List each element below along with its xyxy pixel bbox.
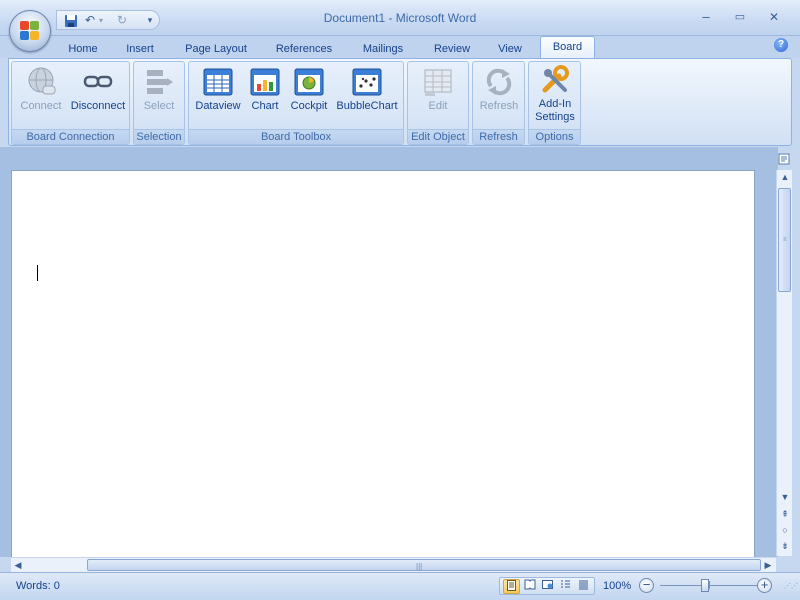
group-label-board-connection: Board Connection bbox=[12, 129, 129, 144]
dataview-button[interactable]: Dataview bbox=[192, 66, 244, 113]
tab-board[interactable]: Board bbox=[540, 36, 595, 59]
cockpit-button[interactable]: Cockpit bbox=[287, 66, 331, 113]
window-title: Document1 - Microsoft Word bbox=[323, 11, 477, 25]
tab-view[interactable]: View bbox=[490, 40, 530, 58]
horizontal-scroll-thumb[interactable]: ||| bbox=[87, 559, 761, 571]
zoom-slider-thumb[interactable] bbox=[701, 579, 709, 592]
ribbon-tabs: Home Insert Page Layout References Maili… bbox=[0, 36, 800, 59]
scroll-grip-icon: ≡ bbox=[783, 237, 787, 243]
next-page-button[interactable]: ⇟ bbox=[777, 539, 793, 553]
scroll-up-button[interactable]: ▲ bbox=[777, 170, 793, 184]
edit-button[interactable]: Edit bbox=[414, 66, 462, 113]
bubblechart-icon bbox=[352, 68, 382, 96]
refresh-button[interactable]: Refresh bbox=[475, 66, 523, 113]
scroll-down-button[interactable]: ▼ bbox=[777, 490, 793, 504]
dataview-label: Dataview bbox=[195, 100, 241, 112]
chart-button[interactable]: Chart bbox=[246, 66, 284, 113]
vertical-scrollbar[interactable]: ▲ ≡ ▼ ⇞ ○ ⇟ bbox=[776, 170, 792, 556]
addin-settings-button[interactable]: Add-In Settings bbox=[531, 64, 579, 124]
group-label-selection: Selection bbox=[134, 129, 184, 144]
browse-object-button[interactable]: ○ bbox=[777, 523, 793, 537]
vertical-scroll-thumb[interactable]: ≡ bbox=[778, 188, 791, 292]
group-label-options: Options bbox=[529, 129, 580, 144]
cockpit-icon bbox=[294, 68, 324, 96]
tab-mailings[interactable]: Mailings bbox=[354, 40, 412, 58]
dataview-icon bbox=[203, 68, 233, 96]
document-page[interactable] bbox=[11, 170, 755, 558]
connect-label: Connect bbox=[20, 100, 62, 112]
zoom-slider-center-tick bbox=[709, 581, 710, 589]
tab-review[interactable]: Review bbox=[426, 40, 478, 58]
refresh-label: Refresh bbox=[479, 100, 519, 112]
status-bar: Words: 0 100% − + ⋰⋰ bbox=[0, 572, 800, 600]
edit-label: Edit bbox=[428, 100, 448, 112]
group-label-refresh: Refresh bbox=[473, 129, 524, 144]
tab-insert[interactable]: Insert bbox=[118, 40, 162, 58]
resize-grip-icon[interactable]: ⋰⋰ bbox=[784, 583, 798, 590]
minimize-button[interactable]: – bbox=[695, 8, 717, 26]
full-screen-reading-view-icon[interactable] bbox=[521, 579, 538, 594]
scroll-left-button[interactable]: ◀ bbox=[11, 558, 25, 573]
select-label: Select bbox=[143, 100, 175, 112]
maximize-button[interactable]: ▭ bbox=[729, 8, 751, 26]
chart-label: Chart bbox=[251, 100, 279, 112]
select-icon bbox=[147, 70, 173, 94]
group-selection: Select Selection bbox=[133, 61, 185, 145]
outline-view-icon[interactable] bbox=[557, 579, 574, 594]
close-button[interactable]: ✕ bbox=[763, 8, 785, 26]
bubblechart-button[interactable]: BubbleChart bbox=[332, 66, 402, 113]
horizontal-grip-icon: ||| bbox=[416, 562, 423, 571]
select-button[interactable]: Select bbox=[136, 66, 182, 113]
previous-page-button[interactable]: ⇞ bbox=[777, 507, 793, 521]
web-layout-view-icon[interactable] bbox=[539, 579, 556, 594]
addin-settings-icon bbox=[542, 65, 569, 93]
connect-icon bbox=[28, 67, 56, 95]
bubblechart-label: BubbleChart bbox=[336, 100, 398, 112]
edit-icon bbox=[424, 69, 452, 96]
zoom-out-button[interactable]: − bbox=[639, 578, 654, 593]
horizontal-scrollbar[interactable]: ◀ ||| ▶ bbox=[11, 557, 776, 572]
zoom-in-button[interactable]: + bbox=[757, 578, 772, 593]
scroll-right-button[interactable]: ▶ bbox=[761, 558, 775, 573]
tab-page-layout[interactable]: Page Layout bbox=[178, 40, 254, 58]
refresh-icon bbox=[486, 68, 512, 96]
tab-home[interactable]: Home bbox=[62, 40, 104, 58]
ruler-toggle-icon[interactable] bbox=[777, 153, 791, 167]
disconnect-label: Disconnect bbox=[70, 100, 126, 112]
disconnect-icon bbox=[83, 75, 113, 88]
view-buttons bbox=[499, 577, 595, 595]
group-edit-object: Edit Edit Object bbox=[407, 61, 469, 145]
connect-button[interactable]: Connect bbox=[16, 66, 66, 113]
cockpit-label: Cockpit bbox=[290, 100, 328, 112]
office-button[interactable] bbox=[9, 10, 51, 52]
print-layout-view-icon[interactable] bbox=[503, 579, 520, 594]
addin-settings-label-line1: Add-In bbox=[538, 98, 572, 110]
disconnect-button[interactable]: Disconnect bbox=[68, 66, 128, 113]
draft-view-icon[interactable] bbox=[575, 579, 592, 594]
group-board-connection: Connect Disconnect Board Connection bbox=[11, 61, 130, 145]
text-cursor bbox=[37, 265, 38, 281]
help-icon[interactable]: ? bbox=[774, 38, 788, 52]
title-bar: ↶ ▾ ↻ ▾ Document1 - Microsoft Word – ▭ ✕ bbox=[0, 0, 800, 36]
group-board-toolbox: Dataview Chart Cockpit BubbleChart Board… bbox=[188, 61, 404, 145]
ribbon: Connect Disconnect Board Connection Sele… bbox=[8, 58, 792, 146]
chart-icon bbox=[250, 68, 280, 96]
group-refresh: Refresh Refresh bbox=[472, 61, 525, 145]
tab-references[interactable]: References bbox=[268, 40, 340, 58]
office-logo-icon bbox=[20, 21, 40, 41]
group-label-edit-object: Edit Object bbox=[408, 129, 468, 144]
word-count[interactable]: Words: 0 bbox=[16, 580, 60, 592]
group-options: Add-In Settings Options bbox=[528, 61, 581, 145]
addin-settings-label-line2: Settings bbox=[535, 111, 575, 123]
zoom-level[interactable]: 100% bbox=[603, 580, 631, 592]
group-label-board-toolbox: Board Toolbox bbox=[189, 129, 403, 144]
